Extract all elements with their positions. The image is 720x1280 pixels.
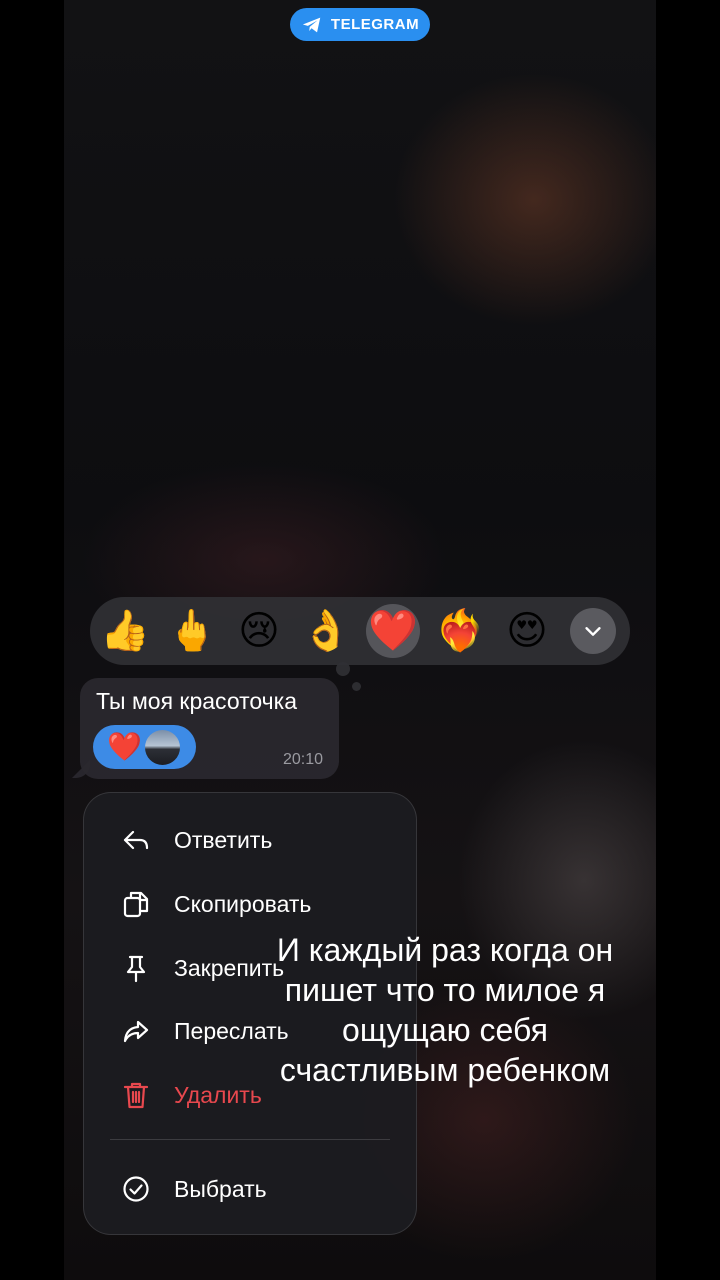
reaction-thumbs-up[interactable]: 👍 xyxy=(98,604,152,658)
reply-icon xyxy=(123,830,149,850)
trash-icon xyxy=(123,1082,149,1109)
reaction-heart-eyes[interactable]: 😍 xyxy=(500,604,554,658)
chevron-down-icon xyxy=(585,627,601,636)
menu-divider xyxy=(110,1139,390,1140)
reaction-middle-finger[interactable]: 🖕 xyxy=(165,604,219,658)
check-circle-icon xyxy=(123,1176,149,1202)
forward-icon xyxy=(123,1020,149,1043)
message-time: 20:10 xyxy=(282,751,323,768)
reaction-bubble-dot xyxy=(336,662,350,676)
message-reaction-chip[interactable]: ❤️ xyxy=(93,725,196,769)
reaction-bubble-dot-small xyxy=(352,682,361,691)
pin-icon xyxy=(126,955,146,983)
caption-line: счастливым ребенком xyxy=(279,1052,611,1088)
message-bubble[interactable]: Ты моя красоточка ❤️ 20:10 xyxy=(80,678,339,779)
avatar xyxy=(145,730,180,765)
heart-icon: ❤️ xyxy=(107,731,142,762)
reaction-crying-face[interactable]: 😢 xyxy=(232,604,286,658)
telegram-badge: TELEGRAM xyxy=(290,8,430,41)
caption-line: И каждый раз когда он xyxy=(276,932,614,968)
menu-item-label: Ответить xyxy=(174,827,273,853)
caption-line: пишет что то милое я xyxy=(284,972,606,1008)
message-text: Ты моя красоточка xyxy=(96,688,298,714)
telegram-plane-icon xyxy=(302,17,321,32)
menu-item-copy[interactable]: Скопировать xyxy=(84,878,416,928)
badge-label: TELEGRAM xyxy=(330,16,420,33)
menu-item-label: Выбрать xyxy=(174,1176,267,1202)
menu-item-reply[interactable]: Ответить xyxy=(84,814,416,864)
reaction-heart-on-fire[interactable]: ❤️‍🔥 xyxy=(433,604,487,658)
menu-item-label: Скопировать xyxy=(174,891,312,917)
reaction-ok-hand[interactable]: 👌 xyxy=(299,604,353,658)
copy-icon xyxy=(123,891,149,918)
reaction-picker: 👍 🖕 😢 👌 ❤️ ❤️‍🔥 😍 xyxy=(90,597,630,665)
menu-item-select[interactable]: Выбрать xyxy=(84,1163,416,1213)
caption-overlay: И каждый раз когда он пишет что то милое… xyxy=(245,930,645,1090)
caption-line: ощущаю себя xyxy=(342,1012,548,1048)
expand-reactions-button[interactable] xyxy=(570,608,616,654)
reaction-red-heart[interactable]: ❤️ xyxy=(366,604,420,658)
